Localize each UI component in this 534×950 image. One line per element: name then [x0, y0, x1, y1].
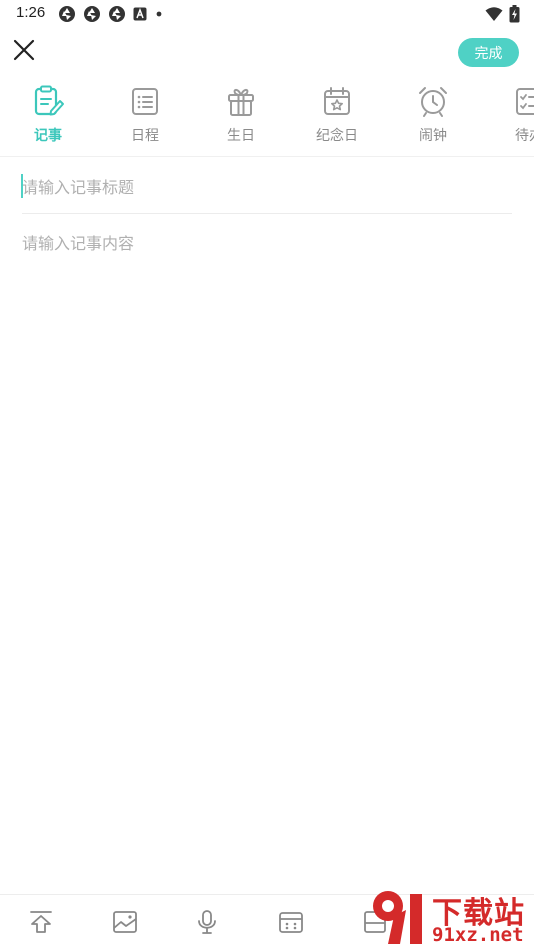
microphone-icon [194, 909, 220, 939]
tab-birthday[interactable]: 生日 [206, 84, 276, 154]
wifi-icon [485, 6, 503, 26]
aperture-icon [83, 5, 101, 23]
close-icon [13, 39, 35, 65]
voice-record-button[interactable] [192, 909, 222, 939]
insert-calendar-button[interactable] [276, 909, 306, 939]
tab-label: 记事 [32, 125, 64, 147]
status-bar: 1:26 [0, 0, 534, 28]
aperture-icon [58, 5, 76, 23]
watermark-url: 91xz.net [432, 924, 524, 946]
status-system-icons [485, 5, 520, 27]
upload-button[interactable] [26, 909, 56, 939]
schedule-list-icon [128, 84, 162, 118]
title-divider [22, 213, 512, 214]
tab-label: 生日 [227, 128, 255, 144]
dot-icon [154, 9, 164, 19]
watermark-logo-icon [373, 891, 422, 944]
image-icon [112, 909, 138, 939]
tab-label: 待办 [515, 128, 534, 144]
category-tabs: 记事 日程 生日 纪念日 闹钟 待办 [0, 84, 534, 154]
tab-note[interactable]: 记事 [13, 84, 83, 154]
tabs-divider [0, 156, 534, 157]
note-content-input[interactable] [22, 230, 512, 870]
tab-alarm[interactable]: 闹钟 [398, 84, 468, 154]
watermark: 下载站 91xz.net [366, 884, 534, 950]
todo-checklist-icon [512, 84, 534, 118]
status-notification-icons [58, 5, 164, 23]
upload-arrow-icon [28, 909, 54, 939]
tab-label: 日程 [131, 128, 159, 144]
done-button[interactable]: 完成 [458, 38, 519, 67]
text-cursor [21, 174, 23, 198]
calendar-star-icon [320, 84, 354, 118]
note-edit-icon [31, 84, 65, 118]
gift-icon [224, 84, 258, 118]
battery-charging-icon [509, 5, 520, 27]
tab-anniversary[interactable]: 纪念日 [302, 84, 372, 154]
note-title-input[interactable] [22, 170, 512, 204]
a-square-icon [133, 7, 147, 21]
calendar-grid-icon [278, 909, 304, 939]
aperture-icon [108, 5, 126, 23]
close-button[interactable] [10, 38, 38, 66]
tab-label: 纪念日 [316, 128, 358, 144]
alarm-clock-icon [416, 84, 450, 118]
insert-image-button[interactable] [110, 909, 140, 939]
tab-todo[interactable]: 待办 [494, 84, 534, 154]
tab-schedule[interactable]: 日程 [110, 84, 180, 154]
status-time: 1:26 [16, 4, 46, 21]
tab-label: 闹钟 [419, 128, 447, 144]
